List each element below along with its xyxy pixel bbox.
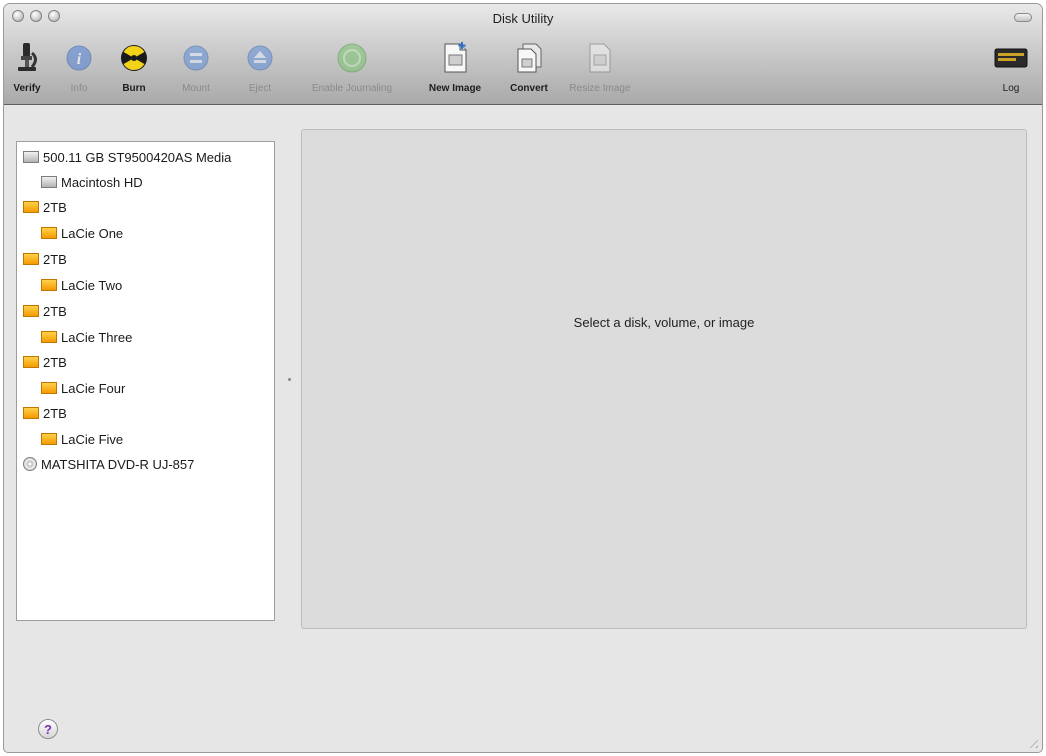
burn-icon [116,40,152,76]
external-disk-icon [23,253,39,265]
resize-image-button[interactable]: Resize Image [564,40,636,100]
convert-button[interactable]: Convert [502,40,556,100]
burn-label: Burn [122,83,146,94]
optical-disc-icon [23,457,37,471]
sidebar-item-disk[interactable]: MATSHITA DVD-R UJ-857 [23,453,194,475]
external-disk-icon [41,279,57,291]
sidebar-item-label: 500.11 GB ST9500420AS Media [43,149,232,165]
external-disk-icon [41,433,57,445]
external-disk-icon [23,201,39,213]
sidebar-item-volume[interactable]: Macintosh HD [41,171,143,193]
sidebar-item-label: LaCie Four [61,380,126,396]
external-disk-icon [41,331,57,343]
eject-label: Eject [248,83,272,94]
window-title: Disk Utility [492,11,554,26]
mount-icon [178,40,214,76]
title-bar-toolbar: Disk Utility Verify i Info Burn Mount Ej… [4,4,1042,105]
info-icon: i [61,40,97,76]
hard-disk-icon [41,176,57,188]
enable-journaling-label: Enable Journaling [311,83,393,94]
new-image-label: New Image [428,83,482,94]
sidebar-item-disk[interactable]: 500.11 GB ST9500420AS Media [23,146,231,168]
eject-button[interactable]: Eject [240,40,280,100]
sidebar-item-disk[interactable]: 2TB [23,402,67,424]
external-disk-icon [41,382,57,394]
sidebar-item-label: 2TB [43,251,67,267]
sidebar-item-label: LaCie One [61,225,124,241]
svg-text:i: i [77,51,82,68]
sidebar-item-label: LaCie Three [61,329,133,345]
external-disk-icon [41,227,57,239]
sidebar-item-label: Macintosh HD [61,174,143,190]
external-disk-icon [23,356,39,368]
empty-selection-message: Select a disk, volume, or image [573,315,755,330]
sidebar-item-label: MATSHITA DVD-R UJ-857 [41,456,195,472]
mount-label: Mount [182,83,210,94]
info-button[interactable]: i Info [62,40,96,100]
resize-image-label: Resize Image [569,83,631,94]
sidebar-item-volume[interactable]: LaCie Four [41,377,125,399]
info-label: Info [70,83,88,94]
external-disk-icon [23,305,39,317]
new-image-icon [437,40,473,76]
sidebar-item-label: 2TB [43,354,67,370]
convert-icon [511,40,547,76]
verify-button[interactable]: Verify [6,40,48,100]
detail-panel: Select a disk, volume, or image [301,129,1027,629]
sidebar-item-disk[interactable]: 2TB [23,196,67,218]
eject-icon [242,40,278,76]
verify-label: Verify [13,83,41,94]
sidebar-item-volume[interactable]: LaCie One [41,222,123,244]
sidebar-item-label: LaCie Five [61,431,124,447]
sidebar-item-disk[interactable]: 2TB [23,300,67,322]
sidebar-item-label: LaCie Two [61,277,123,293]
sidebar-item-label: 2TB [43,303,67,319]
log-label: Log [1002,83,1020,94]
split-view-handle[interactable] [288,378,291,381]
disk-list-sidebar: 500.11 GB ST9500420AS Media Macintosh HD… [16,141,275,621]
sidebar-item-volume[interactable]: LaCie Two [41,274,122,296]
resize-grip-icon[interactable] [1026,736,1038,748]
mount-button[interactable]: Mount [174,40,218,100]
log-button[interactable]: Log [992,40,1030,100]
sidebar-item-label: 2TB [43,405,67,421]
sidebar-item-volume[interactable]: LaCie Three [41,326,132,348]
enable-journaling-button[interactable]: Enable Journaling [294,40,410,100]
sidebar-item-disk[interactable]: 2TB [23,248,67,270]
burn-button[interactable]: Burn [114,40,154,100]
new-image-button[interactable]: New Image [422,40,488,100]
disk-utility-window: Disk Utility Verify i Info Burn Mount Ej… [4,4,1042,752]
toolbar-toggle-button[interactable] [1014,13,1032,22]
external-disk-icon [23,407,39,419]
convert-label: Convert [510,83,548,94]
resize-image-icon [582,40,618,76]
log-icon [993,40,1029,76]
hard-disk-icon [23,151,39,163]
journaling-icon [334,40,370,76]
help-button[interactable]: ? [38,719,58,739]
microscope-icon [9,40,45,76]
sidebar-item-label: 2TB [43,199,67,215]
sidebar-item-volume[interactable]: LaCie Five [41,428,123,450]
sidebar-item-disk[interactable]: 2TB [23,351,67,373]
